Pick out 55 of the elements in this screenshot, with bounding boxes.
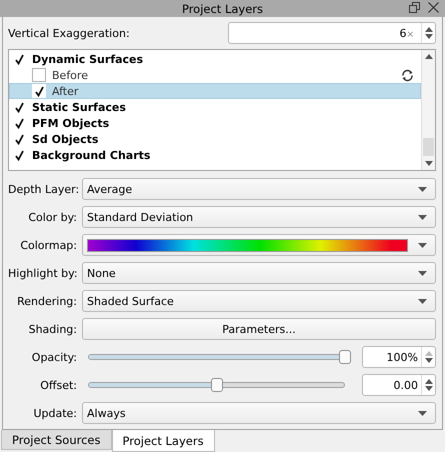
- scrollbar-thumb[interactable]: [423, 138, 434, 156]
- up-arrow-icon[interactable]: [424, 54, 432, 59]
- field-label: Opacity:: [30, 350, 77, 364]
- close-icon[interactable]: [428, 2, 439, 13]
- layer-item[interactable]: Dynamic Surfaces: [9, 51, 421, 67]
- layer-item[interactable]: PFM Objects: [9, 115, 421, 131]
- caret-icon: [418, 186, 427, 192]
- slider-thumb[interactable]: [339, 350, 351, 364]
- slider-thumb[interactable]: [210, 378, 222, 392]
- tab[interactable]: Project Layers: [112, 430, 215, 452]
- down-arrow-icon[interactable]: [424, 34, 432, 39]
- colormap-dropdown[interactable]: [82, 234, 436, 256]
- dropdown[interactable]: Always: [82, 402, 436, 424]
- float-window-icon[interactable]: [409, 2, 420, 13]
- checkbox[interactable]: [32, 68, 46, 82]
- scrollbar[interactable]: [421, 50, 435, 170]
- up-arrow-icon[interactable]: [424, 27, 432, 32]
- refresh-icon[interactable]: [401, 68, 414, 82]
- window-title: Project Layers: [182, 2, 264, 16]
- dropdown[interactable]: Shaded Surface: [82, 290, 436, 312]
- caret-icon: [418, 214, 427, 220]
- field-label: Offset:: [39, 378, 77, 392]
- field-label: Color by:: [27, 210, 77, 224]
- field-label: Rendering:: [16, 294, 77, 308]
- caret-icon: [418, 242, 427, 248]
- dropdown[interactable]: Average: [82, 178, 436, 200]
- layer-item[interactable]: Background Charts: [9, 147, 421, 163]
- tab[interactable]: Project Sources: [1, 430, 112, 450]
- caret-icon: [418, 270, 427, 276]
- number-field[interactable]: 100%: [362, 346, 436, 368]
- layer-item[interactable]: Static Surfaces: [9, 99, 421, 115]
- up-arrow-icon[interactable]: [424, 379, 432, 384]
- dropdown[interactable]: None: [82, 262, 436, 284]
- field-label: Update:: [32, 406, 77, 420]
- layer-item[interactable]: After: [9, 83, 421, 99]
- down-arrow-icon[interactable]: [424, 161, 432, 166]
- down-arrow-icon[interactable]: [424, 358, 432, 363]
- dropdown[interactable]: Standard Deviation: [82, 206, 436, 228]
- down-arrow-icon[interactable]: [424, 386, 432, 391]
- field-label: Highlight by:: [8, 266, 77, 280]
- number-field[interactable]: 6×: [228, 22, 436, 44]
- field-label: Depth Layer:: [8, 182, 77, 196]
- spin-buttons[interactable]: [421, 347, 435, 367]
- field-label: Colormap:: [19, 238, 77, 252]
- field-label: Shading:: [28, 322, 77, 336]
- caret-icon: [418, 410, 427, 416]
- spin-buttons[interactable]: [421, 375, 435, 395]
- checkbox[interactable]: [32, 84, 46, 98]
- caret-icon: [418, 298, 427, 304]
- field-label: Vertical Exaggeration:: [8, 26, 131, 40]
- layer-item[interactable]: Before: [9, 67, 421, 83]
- number-field[interactable]: 0.00: [362, 374, 436, 396]
- parameters-button[interactable]: Parameters...: [82, 318, 436, 340]
- spin-buttons[interactable]: [421, 23, 435, 43]
- layer-item[interactable]: Sd Objects: [9, 131, 421, 147]
